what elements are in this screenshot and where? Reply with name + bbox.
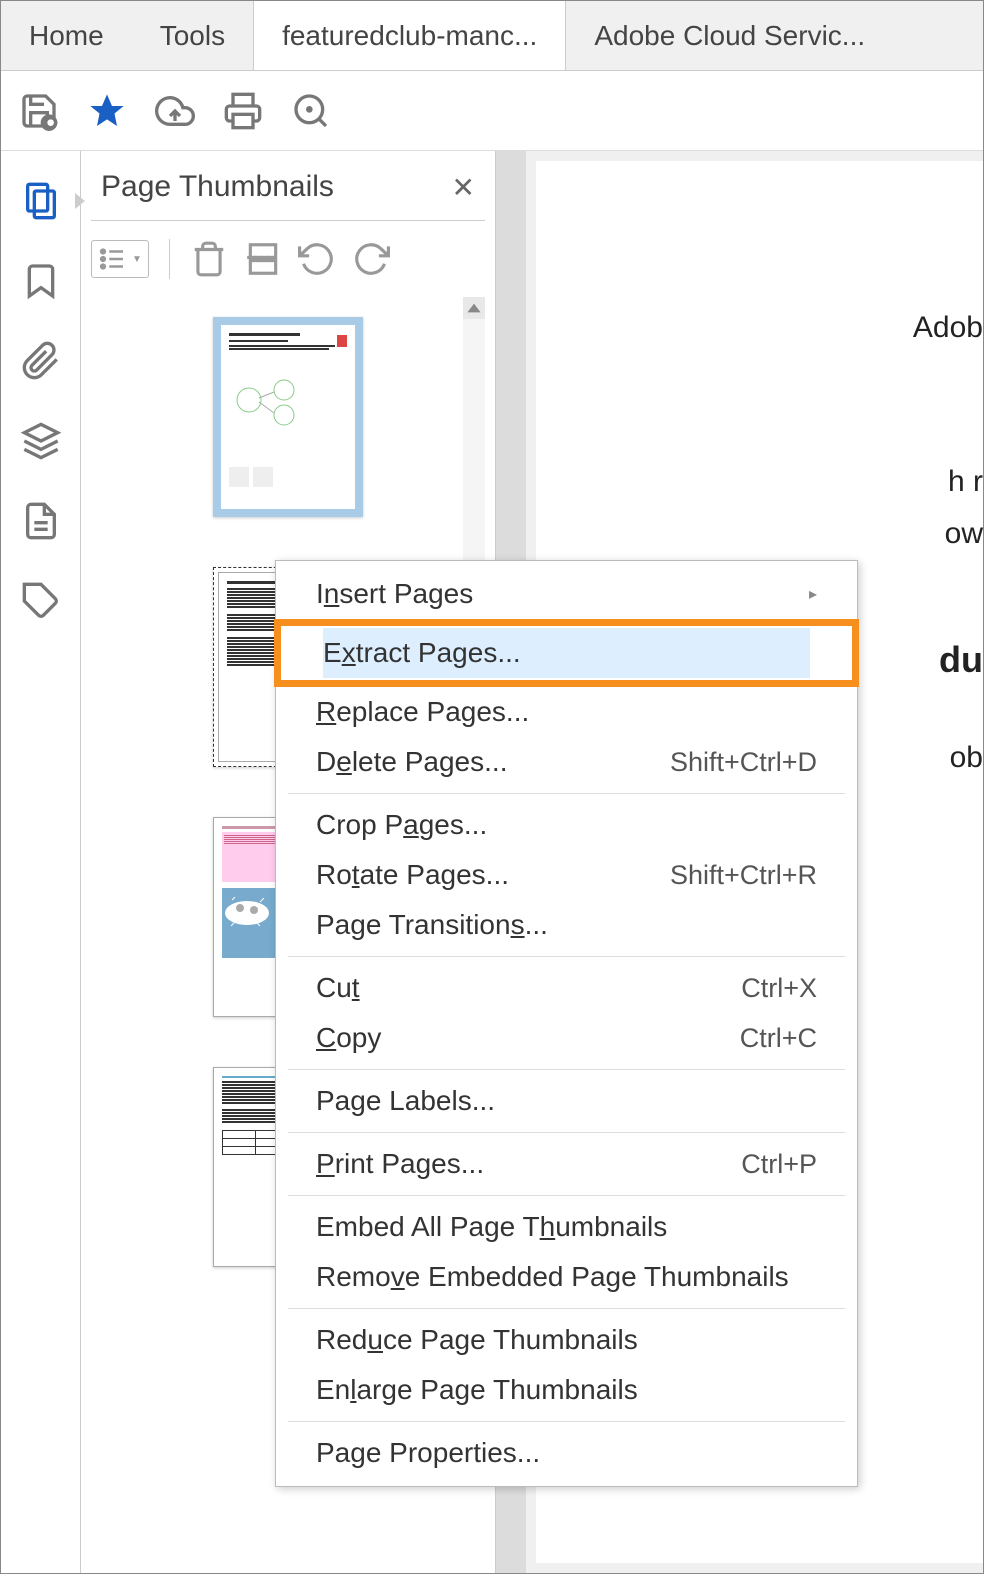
menu-print-pages[interactable]: Print Pages...Ctrl+P bbox=[276, 1139, 857, 1189]
tab-document[interactable]: featuredclub-manc... bbox=[253, 1, 566, 70]
menu-reduce-thumbnails[interactable]: Reduce Page Thumbnails bbox=[276, 1315, 857, 1365]
rotate-cw-icon[interactable] bbox=[352, 240, 390, 278]
menu-rotate-pages[interactable]: Rotate Pages...Shift+Ctrl+R bbox=[276, 850, 857, 900]
tab-home[interactable]: Home bbox=[1, 1, 132, 70]
save-icon[interactable] bbox=[19, 91, 59, 131]
options-icon[interactable]: ▼ bbox=[91, 240, 149, 278]
doc-text-fragment: h r bbox=[566, 465, 983, 499]
delete-icon[interactable] bbox=[190, 240, 228, 278]
menu-embed-thumbnails[interactable]: Embed All Page Thumbnails bbox=[276, 1202, 857, 1252]
menu-crop-pages[interactable]: Crop Pages... bbox=[276, 800, 857, 850]
context-menu: Insert Pages▸ Extract Pages... Replace P… bbox=[275, 560, 858, 1487]
page-nav-icon[interactable] bbox=[21, 501, 61, 541]
thumbnails-nav-icon[interactable] bbox=[21, 181, 61, 221]
toolbar bbox=[1, 71, 983, 151]
menu-page-transitions[interactable]: Page Transitions... bbox=[276, 900, 857, 950]
page-thumbnail-1[interactable] bbox=[213, 317, 363, 517]
side-nav bbox=[1, 151, 81, 1573]
menu-copy[interactable]: CopyCtrl+C bbox=[276, 1013, 857, 1063]
menu-remove-thumbnails[interactable]: Remove Embedded Page Thumbnails bbox=[276, 1252, 857, 1302]
search-icon[interactable] bbox=[291, 91, 331, 131]
doc-text-fragment: Adob bbox=[566, 311, 983, 345]
scroll-up-icon[interactable] bbox=[463, 297, 485, 319]
menu-enlarge-thumbnails[interactable]: Enlarge Page Thumbnails bbox=[276, 1365, 857, 1415]
thumbnail-toolbar: ▼ bbox=[91, 221, 485, 297]
attachment-nav-icon[interactable] bbox=[21, 341, 61, 381]
tab-bar: Home Tools featuredclub-manc... Adobe Cl… bbox=[1, 1, 983, 71]
close-panel-icon[interactable]: ✕ bbox=[452, 171, 475, 204]
insert-icon[interactable] bbox=[244, 240, 282, 278]
menu-page-labels[interactable]: Page Labels... bbox=[276, 1076, 857, 1126]
doc-text-fragment: ow bbox=[566, 517, 983, 551]
menu-delete-pages[interactable]: Delete Pages...Shift+Ctrl+D bbox=[276, 737, 857, 787]
tab-tools[interactable]: Tools bbox=[132, 1, 253, 70]
menu-page-properties[interactable]: Page Properties... bbox=[276, 1428, 857, 1478]
star-icon[interactable] bbox=[87, 91, 127, 131]
print-icon[interactable] bbox=[223, 91, 263, 131]
bookmark-nav-icon[interactable] bbox=[21, 261, 61, 301]
menu-extract-pages[interactable]: Extract Pages... bbox=[323, 628, 810, 678]
cloud-upload-icon[interactable] bbox=[155, 91, 195, 131]
tag-nav-icon[interactable] bbox=[21, 581, 61, 621]
layers-nav-icon[interactable] bbox=[21, 421, 61, 461]
tab-cloud[interactable]: Adobe Cloud Servic... bbox=[566, 1, 893, 70]
menu-replace-pages[interactable]: Replace Pages... bbox=[276, 687, 857, 737]
menu-cut[interactable]: CutCtrl+X bbox=[276, 963, 857, 1013]
menu-insert-pages[interactable]: Insert Pages▸ bbox=[276, 569, 857, 619]
rotate-ccw-icon[interactable] bbox=[298, 240, 336, 278]
panel-title: Page Thumbnails bbox=[101, 170, 334, 204]
